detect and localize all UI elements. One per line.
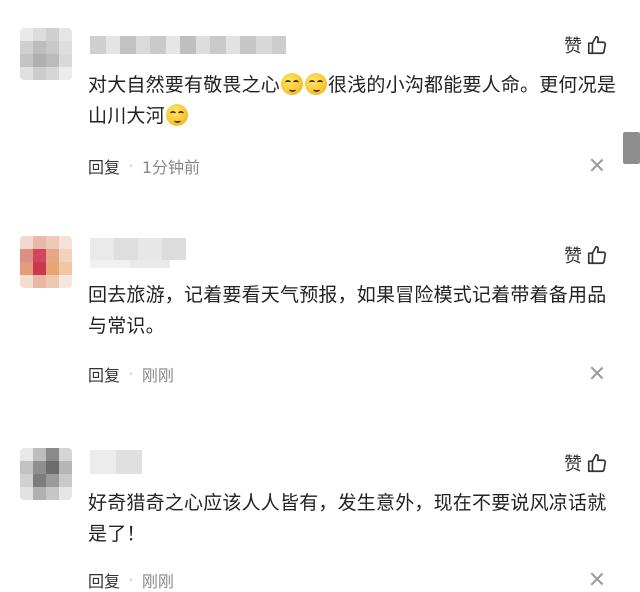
separator-dot: · bbox=[129, 159, 133, 173]
scrollbar-thumb[interactable] bbox=[623, 132, 640, 164]
username-blurred[interactable] bbox=[90, 238, 186, 260]
username-blurred-2 bbox=[90, 260, 170, 268]
like-button[interactable]: 赞 bbox=[564, 450, 608, 476]
comment-meta: 回复 · 1分钟前 bbox=[88, 154, 200, 178]
username-blurred[interactable] bbox=[90, 36, 286, 54]
close-icon[interactable] bbox=[590, 158, 604, 172]
avatar[interactable] bbox=[20, 448, 72, 500]
username-blurred[interactable] bbox=[90, 450, 142, 474]
timestamp: 刚刚 bbox=[141, 572, 174, 591]
smirk-emoji-icon bbox=[165, 104, 188, 126]
like-label: 赞 bbox=[564, 246, 582, 267]
avatar[interactable] bbox=[20, 28, 72, 80]
comment-text: 对大自然要有敬畏之心 很浅的小沟都能要人命。更何况是山川大河 bbox=[88, 73, 617, 127]
reply-button[interactable]: 回复 bbox=[88, 362, 120, 386]
like-label: 赞 bbox=[564, 36, 582, 57]
comment-item-3: 赞 好奇猎奇之心应该人人皆有，发生意外，现在不要说风凉话就是了！ 回复 · 刚刚 bbox=[0, 420, 640, 591]
comment-meta: 回复 · 刚刚 bbox=[88, 362, 174, 386]
timestamp: 刚刚 bbox=[141, 366, 174, 385]
close-icon[interactable] bbox=[590, 366, 604, 380]
timestamp: 1分钟前 bbox=[141, 158, 201, 177]
thumbs-up-icon bbox=[586, 452, 608, 474]
separator-dot: · bbox=[129, 573, 133, 587]
like-button[interactable]: 赞 bbox=[564, 32, 608, 58]
reply-button[interactable]: 回复 bbox=[88, 154, 120, 178]
reply-button[interactable]: 回复 bbox=[88, 568, 120, 592]
comment-item-1: 赞 对大自然要有敬畏之心 很浅的小沟都能要人命。更何况是山川大河 回复 · 1分钟… bbox=[0, 0, 640, 200]
smirk-emoji-icon bbox=[281, 73, 304, 95]
thumbs-up-icon bbox=[586, 34, 608, 56]
like-button[interactable]: 赞 bbox=[564, 242, 608, 268]
like-label: 赞 bbox=[564, 454, 582, 475]
avatar[interactable] bbox=[20, 236, 72, 288]
smirk-emoji-icon bbox=[305, 73, 328, 95]
comment-text: 回去旅游，记着要看天气预报，如果冒险模式记着带着备用品与常识。 bbox=[88, 284, 607, 337]
comment-item-2: 赞 回去旅游，记着要看天气预报，如果冒险模式记着带着备用品与常识。 回复 · 刚… bbox=[0, 200, 640, 420]
thumbs-up-icon bbox=[586, 244, 608, 266]
close-icon[interactable] bbox=[590, 572, 604, 586]
separator-dot: · bbox=[129, 367, 133, 381]
comment-meta: 回复 · 刚刚 bbox=[88, 568, 174, 592]
comment-text: 好奇猎奇之心应该人人皆有，发生意外，现在不要说风凉话就是了！ bbox=[88, 492, 607, 545]
